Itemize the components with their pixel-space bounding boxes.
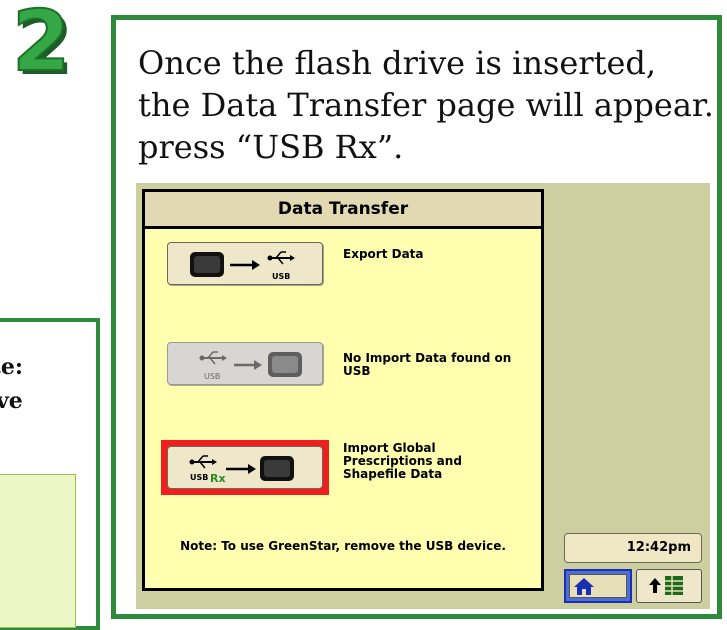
import-data-button-disabled: USB xyxy=(167,342,323,385)
svg-text:USB: USB xyxy=(190,473,208,482)
no-import-data-label: No Import Data found on USB xyxy=(343,351,512,378)
step-number: 2 2 xyxy=(11,4,74,78)
note-text-line2: rive xyxy=(0,388,23,414)
dialog-title: Data Transfer xyxy=(145,192,541,229)
clock: 12:42pm xyxy=(564,533,702,563)
step-number-text: 2 xyxy=(12,4,70,78)
greenstar-screen: Data Transfer USB Export Data USB No Imp… xyxy=(136,183,710,609)
svg-text:Rx: Rx xyxy=(210,472,226,485)
instruction-text: Once the flash drive is inserted, the Da… xyxy=(138,44,714,166)
usb-rx-to-display-icon: USB Rx xyxy=(189,455,294,485)
export-data-label: Export Data xyxy=(343,247,424,261)
export-data-button[interactable]: USB xyxy=(167,242,323,285)
note-inner-box xyxy=(0,474,76,628)
import-global-prescriptions-label: Import Global Prescriptions and Shapefil… xyxy=(343,441,462,481)
menu-up-icon xyxy=(649,576,683,595)
home-button[interactable] xyxy=(564,569,632,603)
import-usb-to-display-icon: USB xyxy=(199,351,302,381)
note-panel: ote: rive xyxy=(0,318,100,630)
usb-rx-button[interactable]: USB Rx xyxy=(161,440,329,495)
dialog-note: Note: To use GreenStar, remove the USB d… xyxy=(180,539,506,553)
note-text-line1: ote: xyxy=(0,354,23,380)
svg-text:USB: USB xyxy=(204,372,220,381)
data-transfer-dialog: Data Transfer USB Export Data USB No Imp… xyxy=(142,189,544,591)
home-icon xyxy=(574,578,594,595)
usb-rx-button-face: USB Rx xyxy=(167,446,323,489)
svg-text:USB: USB xyxy=(272,272,290,281)
export-display-to-usb-icon: USB xyxy=(190,251,295,281)
menu-button[interactable] xyxy=(636,569,702,603)
instruction-panel: Once the flash drive is inserted, the Da… xyxy=(111,15,722,619)
